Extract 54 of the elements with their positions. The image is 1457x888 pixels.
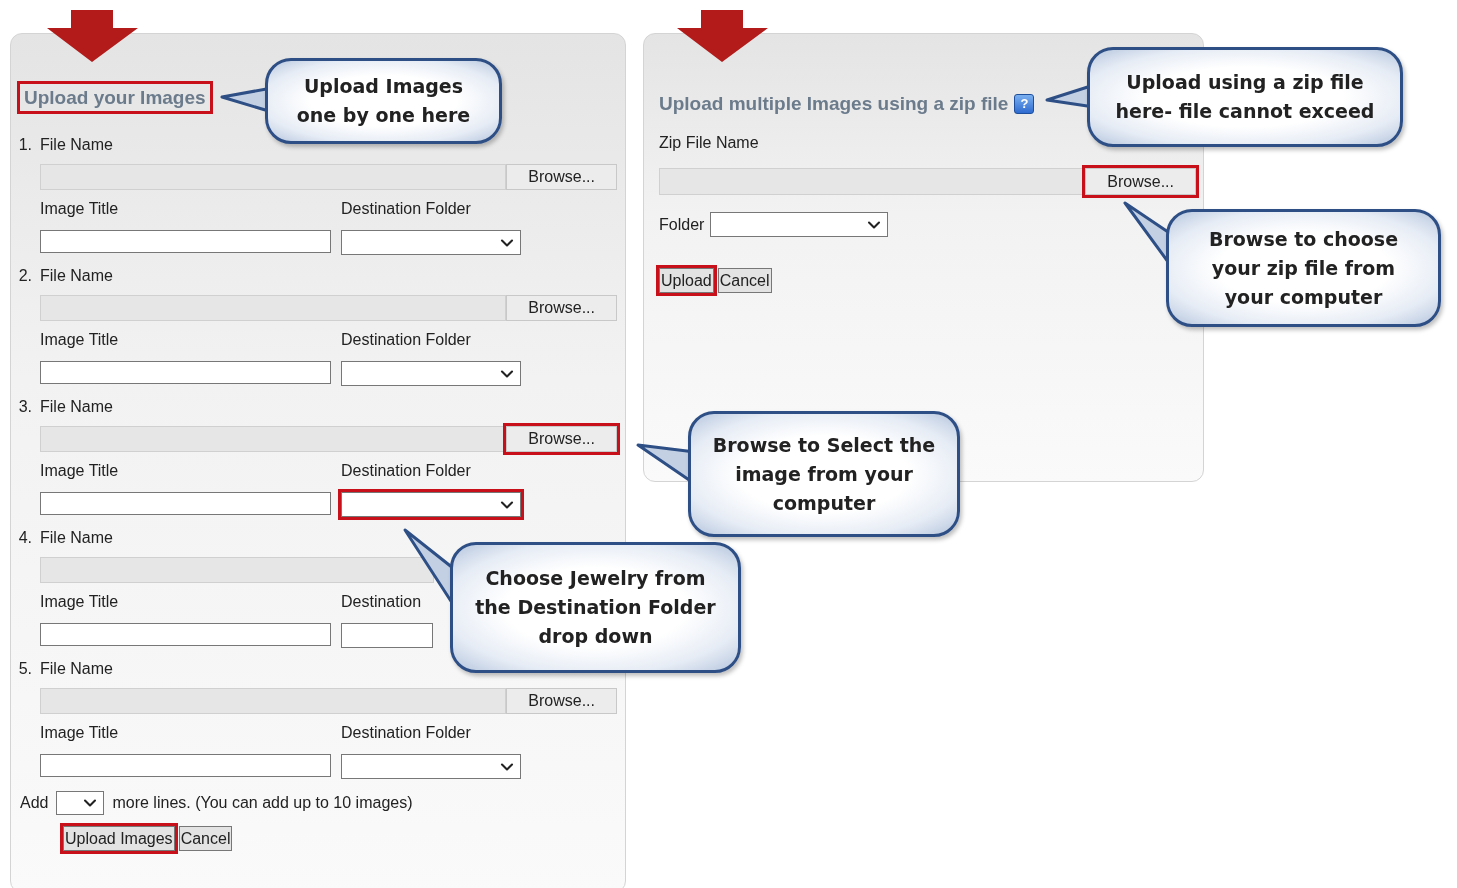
- field-label: Destination Folder: [341, 200, 471, 218]
- row-number: 2.: [17, 267, 32, 285]
- row-number: 1.: [17, 136, 32, 154]
- row-number: 5.: [17, 660, 32, 678]
- callout: Upload Images one by one here: [265, 58, 502, 144]
- folder-dropdown[interactable]: [338, 489, 524, 520]
- add-lines-note: more lines. (You can add up to 10 images): [112, 794, 413, 812]
- browse-button[interactable]: Browse...: [503, 685, 620, 717]
- add-label: Add: [20, 794, 49, 812]
- field-label: Destination Folder: [341, 331, 471, 349]
- field-label: Destination: [341, 593, 422, 611]
- image-title-input[interactable]: [40, 492, 331, 515]
- panel-title: Upload multiple Images using a zip file ?: [656, 87, 1038, 120]
- browse-button[interactable]: Browse...: [503, 423, 620, 455]
- field-label: File Name: [40, 136, 113, 154]
- browse-button[interactable]: Browse...: [1082, 165, 1199, 198]
- field-label: Image Title: [40, 200, 119, 218]
- folder-dropdown[interactable]: [338, 751, 524, 782]
- folder-dropdown[interactable]: [338, 620, 436, 651]
- callout: Browse to Select the image from your computer: [688, 411, 960, 537]
- row-number: 3.: [17, 398, 32, 416]
- field-label: File Name: [40, 660, 113, 678]
- form-button[interactable]: Upload: [656, 265, 717, 296]
- callout: Choose Jewelry from the Destination Folder drop down: [450, 542, 741, 673]
- field-label: File Name: [40, 398, 113, 416]
- image-title-input[interactable]: [40, 754, 331, 777]
- folder-dropdown[interactable]: [338, 227, 524, 258]
- callout: Browse to choose your zip file from your computer: [1166, 209, 1441, 327]
- row-number: 4.: [17, 529, 32, 547]
- field-label: Zip File Name: [659, 134, 759, 151]
- file-field[interactable]: [40, 688, 507, 714]
- down-arrow-icon: [45, 10, 140, 62]
- file-field[interactable]: [40, 557, 434, 583]
- browse-button[interactable]: Browse...: [503, 161, 620, 193]
- down-arrow-icon: [675, 10, 770, 62]
- image-title-input[interactable]: [40, 623, 331, 646]
- browse-button[interactable]: Browse...: [503, 292, 620, 324]
- file-field[interactable]: [40, 295, 507, 321]
- field-label: File Name: [40, 267, 113, 285]
- field-label: Image Title: [40, 462, 119, 480]
- form-button[interactable]: Upload Images: [60, 823, 178, 854]
- field-label: Image Title: [40, 331, 119, 349]
- folder-dropdown[interactable]: [338, 358, 524, 389]
- field-label: Destination Folder: [341, 724, 471, 742]
- image-title-input[interactable]: [40, 230, 331, 253]
- file-field[interactable]: [40, 164, 507, 190]
- image-title-input[interactable]: [40, 361, 331, 384]
- callout: Upload using a zip file here- file cannot exceed: [1087, 47, 1403, 147]
- field-label: Folder: [659, 215, 705, 234]
- field-label: File Name: [40, 529, 113, 547]
- field-label: Image Title: [40, 724, 119, 742]
- panel-title: Upload your Images: [17, 81, 213, 114]
- field-label: Image Title: [40, 593, 119, 611]
- field-label: Destination Folder: [341, 462, 471, 480]
